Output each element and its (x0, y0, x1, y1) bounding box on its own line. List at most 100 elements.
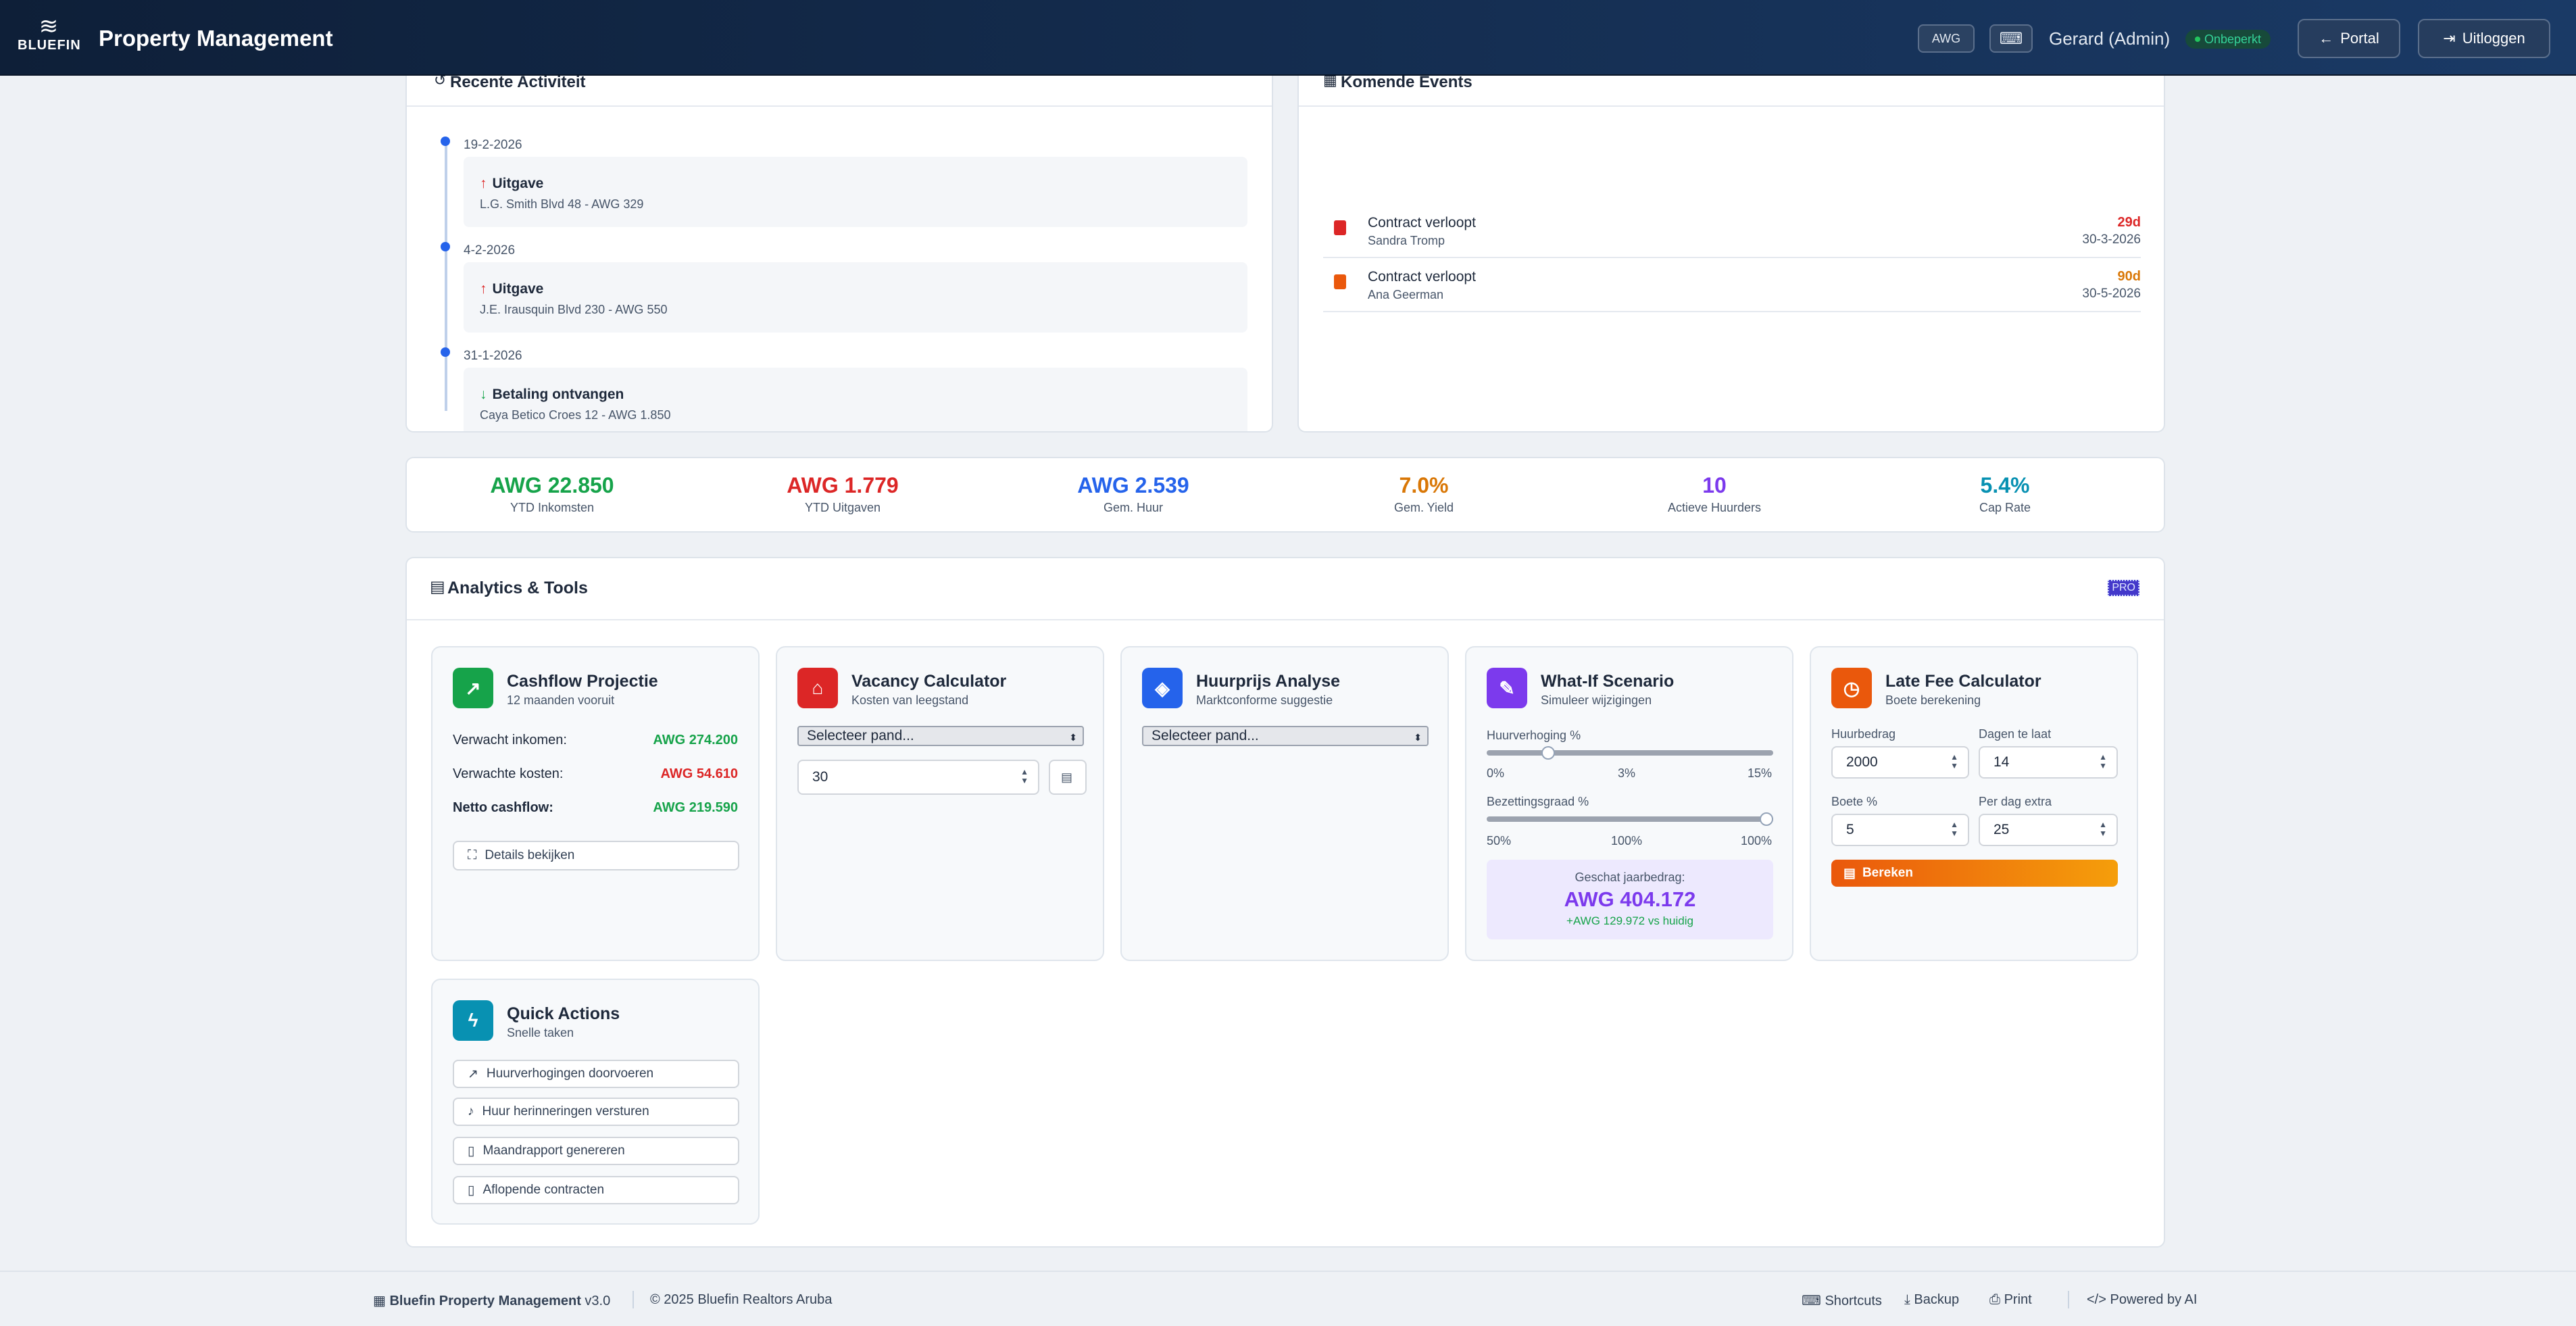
arrow-down-icon: ↓ (480, 387, 487, 402)
calendar-icon: ▦ (1323, 76, 1337, 89)
fee-percent-input[interactable]: 5 ▲ ▼ (1831, 814, 1969, 846)
spinner-icon: ▲ ▼ (1020, 767, 1029, 785)
calculate-icon-button[interactable]: ▤ (1049, 760, 1087, 795)
vacancy-days-input[interactable]: 30 ▲ ▼ (797, 760, 1039, 795)
vacancy-calculator-tool: ⌂ Vacancy Calculator Kosten van leegstan… (776, 646, 1104, 961)
chart-line-icon: ↗ (453, 668, 493, 708)
top-navbar: ≋ BLUEFIN Property Management AWG ⌨ Gera… (0, 0, 2576, 76)
late-fee-calculator-tool: ◷ Late Fee Calculator Boete berekening H… (1810, 646, 2138, 961)
calculator-icon: ▤ (1843, 866, 1856, 881)
quick-action-rent-increase[interactable]: ↗ Huurverhogingen doorvoeren (453, 1060, 739, 1088)
keyboard-icon[interactable]: ⌨ (1989, 24, 2033, 53)
pencil-icon: ✎ (1487, 668, 1527, 708)
quick-action-monthly-report[interactable]: ▯ Maandrapport genereren (453, 1137, 739, 1165)
status-dot-icon (2195, 36, 2200, 42)
footer-copyright: © 2025 Bluefin Realtors Aruba (650, 1292, 833, 1307)
property-select[interactable]: Selecteer pand... ⬍ (1142, 726, 1429, 746)
calculator-icon: ▤ (1061, 770, 1073, 784)
rent-amount-input[interactable]: 2000 ▲ ▼ (1831, 746, 1969, 779)
kpi-avg-yield: 7.0% Gem. Yield (1393, 473, 1454, 514)
footer-app-name: Bluefin Property Management (389, 1294, 581, 1308)
card-title: Recente Activiteit (450, 76, 586, 91)
scenario-result: Geschat jaarbedrag: AWG 404.172 +AWG 129… (1487, 860, 1773, 939)
section-title: Analytics & Tools (447, 579, 588, 597)
logo-waves-icon: ≋ (39, 14, 59, 39)
net-cashflow-value: AWG 219.590 (653, 800, 738, 815)
print-link[interactable]: ⎙ Print (1989, 1292, 2032, 1308)
pro-badge: PRO (2108, 580, 2139, 596)
printer-icon: ⎙ (1989, 1292, 2000, 1307)
event-row[interactable]: Contract verloopt Sandra Tromp 29d 30-3-… (1323, 204, 2141, 258)
quick-action-reminders[interactable]: ♪ Huur herinneringen versturen (453, 1098, 739, 1126)
per-day-extra-input[interactable]: 25 ▲ ▼ (1979, 814, 2118, 846)
arrow-left-icon: ← (2319, 30, 2334, 47)
cashflow-projection-tool: ↗ Cashflow Projectie 12 maanden vooruit … (431, 646, 760, 961)
kpi-ytd-expenses: AWG 1.779 YTD Uitgaven (787, 473, 899, 514)
quick-actions-tool: ϟ Quick Actions Snelle taken ↗ Huurverho… (431, 979, 760, 1225)
details-button[interactable]: ⛶ Details bekijken (453, 841, 739, 870)
chart-line-icon: ↗ (468, 1066, 478, 1081)
footer: ▦ Bluefin Property Management v3.0 © 202… (0, 1271, 2576, 1326)
activity-entry[interactable]: ↓ Betaling ontvangen Caya Betico Croes 12… (464, 368, 1247, 431)
lightning-icon: ϟ (453, 1000, 493, 1041)
spinner-icon: ▲ ▼ (1950, 752, 1958, 770)
timeline-dot (441, 137, 450, 146)
timeline-dot (441, 242, 450, 251)
kpi-avg-rent: AWG 2.539 Gem. Huur (1077, 473, 1189, 514)
days-remaining: 29d (2117, 215, 2141, 230)
currency-chip[interactable]: AWG (1918, 24, 1975, 53)
code-icon: </> (2087, 1292, 2106, 1307)
download-icon: ⤓ (1904, 1292, 1910, 1307)
upcoming-events-card: ▦ Komende Events Contract verloopt Sandr… (1297, 76, 2165, 433)
portal-button[interactable]: ← Portal (2298, 19, 2400, 58)
arrow-up-icon: ↑ (480, 176, 487, 191)
activity-entry[interactable]: ↑ Uitgave J.E. Irausquin Blvd 230 - AWG 5… (464, 262, 1247, 333)
annual-estimate: AWG 404.172 (1564, 887, 1696, 911)
days-remaining: 90d (2117, 269, 2141, 284)
home-icon: ⌂ (797, 668, 838, 708)
powered-by-link[interactable]: </> Powered by AI (2087, 1292, 2197, 1308)
kpi-cap-rate: 5.4% Cap Rate (1979, 473, 2031, 514)
spinner-icon: ▲ ▼ (1950, 820, 1958, 838)
event-row[interactable]: Contract verloopt Ana Geerman 90d 30-5-2… (1323, 258, 2141, 312)
history-icon: ↺ (434, 76, 447, 89)
days-late-input[interactable]: 14 ▲ ▼ (1979, 746, 2118, 779)
calculator-icon: ▤ (430, 578, 445, 596)
building-icon: ▦ (373, 1294, 386, 1308)
expected-income-value: AWG 274.200 (653, 733, 738, 747)
document-icon: ▯ (468, 1144, 475, 1158)
status-badge: Onbeperkt (2185, 30, 2271, 49)
timeline-line (445, 141, 447, 411)
rent-analysis-tool: ◈ Huurprijs Analyse Marktconforme sugges… (1120, 646, 1449, 961)
quick-action-expiring-contracts[interactable]: ▯ Aflopende contracten (453, 1176, 739, 1204)
clock-icon: ◷ (1831, 668, 1872, 708)
document-icon (1334, 274, 1346, 289)
arrow-up-icon: ↑ (480, 281, 487, 297)
document-icon: ▯ (468, 1183, 475, 1198)
logout-button[interactable]: ⇥ Uitloggen (2418, 19, 2550, 58)
property-select[interactable]: Selecteer pand... ⬍ (797, 726, 1084, 746)
bell-icon: ♪ (468, 1104, 474, 1119)
logout-icon: ⇥ (2443, 30, 2456, 47)
what-if-scenario-tool: ✎ What-If Scenario Simuleer wijzigingen … (1465, 646, 1793, 961)
kpi-active-tenants: 10 Actieve Huurders (1667, 473, 1762, 514)
occupancy-slider[interactable] (1487, 812, 1773, 826)
calculate-button[interactable]: ▤ Bereken (1831, 860, 2118, 887)
bluefin-logo[interactable]: ≋ BLUEFIN (18, 14, 80, 62)
document-icon (1334, 220, 1346, 235)
spinner-icon: ▲ ▼ (2099, 820, 2107, 838)
kpi-strip: AWG 22.850 YTD Inkomsten AWG 1.779 YTD U… (405, 457, 2165, 533)
analytics-tools-card: ▤ Analytics & Tools PRO ↗ Cashflow Proje… (405, 557, 2165, 1248)
keyboard-icon: ⌨ (1802, 1294, 1821, 1308)
spinner-icon: ▲ ▼ (2099, 752, 2107, 770)
footer-version: v3.0 (585, 1294, 611, 1308)
expand-icon: ⛶ (468, 848, 477, 862)
activity-entry[interactable]: ↑ Uitgave L.G. Smith Blvd 48 - AWG 329 (464, 157, 1247, 227)
card-title: Komende Events (1341, 76, 1472, 91)
slider-thumb[interactable] (1541, 746, 1555, 760)
backup-link[interactable]: ⤓ Backup (1904, 1292, 1959, 1308)
shortcuts-link[interactable]: ⌨ Shortcuts (1802, 1292, 1882, 1309)
rent-increase-slider[interactable] (1487, 746, 1773, 760)
slider-thumb[interactable] (1760, 812, 1773, 826)
app-title: Property Management (99, 26, 333, 51)
